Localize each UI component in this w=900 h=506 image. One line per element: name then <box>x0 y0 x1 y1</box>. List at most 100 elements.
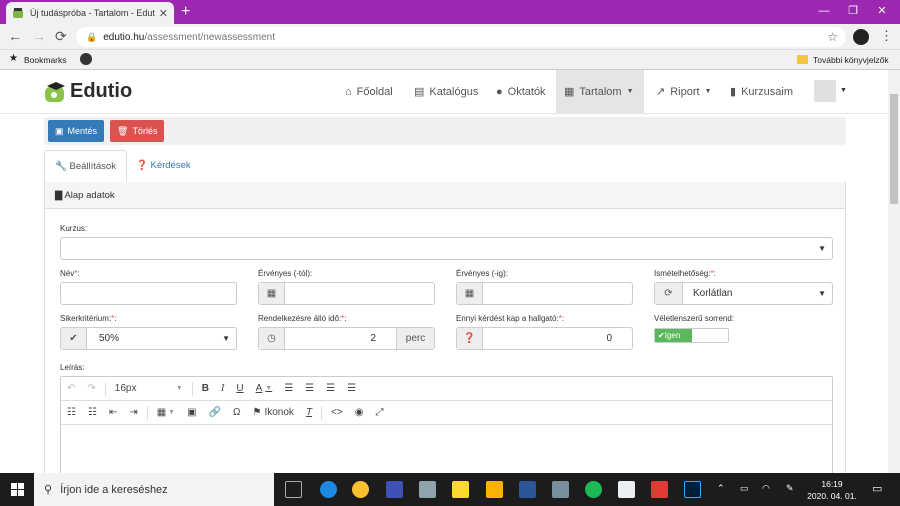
omega-icon[interactable]: Ω <box>227 407 246 418</box>
required-mark: * <box>74 269 78 278</box>
task-view-icon[interactable] <box>285 481 302 498</box>
close-tab-icon[interactable]: ✕ <box>159 7 168 20</box>
form-tabs: 🔧 Beállítások ❓ Kérdések <box>44 150 846 183</box>
nav-instructors[interactable]: ● Oktatók <box>488 70 554 114</box>
site-navbar: Edutio ⌂ Főoldal ▤ Katalógus ● Oktatók ▦ Tar… <box>0 70 888 114</box>
code-icon[interactable]: <> <box>325 407 349 418</box>
logo-text: Edutio <box>70 80 133 102</box>
save-button[interactable]: ▣ Mentés <box>48 120 105 142</box>
numbered-list-icon[interactable]: ☷ <box>82 407 103 418</box>
image-icon[interactable]: ▣ <box>181 407 202 418</box>
check-icon: ✔ <box>61 328 87 349</box>
file-explorer-icon[interactable] <box>486 481 503 498</box>
word-icon[interactable] <box>519 481 536 498</box>
course-select[interactable]: ▼ <box>60 237 833 260</box>
tray-chevron-icon[interactable]: ⌃ <box>717 483 725 494</box>
app-icon[interactable] <box>552 481 569 498</box>
description-editor[interactable]: ↶ ↷ 16px ▼ B I U A ▼ ☰ ☰ ☰ ☰ ☷ ☷ ⇤ ⇥ ▦ ▼… <box>60 376 833 473</box>
maximize-icon[interactable]: ❐ <box>838 0 868 24</box>
globe-icon[interactable] <box>80 53 92 65</box>
chart-icon: ↗ <box>656 86 666 98</box>
url-input[interactable]: 🔒 edutio.hu/assessment/newassessment ☆ <box>76 27 846 47</box>
app-icon[interactable] <box>651 481 668 498</box>
tab-questions[interactable]: ❓ Kérdések <box>126 150 201 183</box>
star-icon[interactable]: ☆ <box>827 30 838 44</box>
random-toggle[interactable]: ✔Igen <box>654 328 729 343</box>
forward-icon[interactable]: → <box>32 28 46 44</box>
link-icon[interactable]: 🔗 <box>203 407 227 418</box>
spotify-icon[interactable] <box>585 481 602 498</box>
fullscreen-icon[interactable]: ⤢ <box>369 407 389 418</box>
photos-icon[interactable] <box>618 481 635 498</box>
redo-icon[interactable]: ↷ <box>81 383 101 394</box>
site-logo[interactable]: Edutio <box>44 80 132 103</box>
check-icon: ✔ <box>658 331 665 340</box>
edge-icon[interactable] <box>320 481 337 498</box>
align-right-icon[interactable]: ☰ <box>320 383 341 394</box>
time-input[interactable]: ◷ 2 perc <box>258 327 435 350</box>
scrollbar-thumb[interactable] <box>890 94 898 204</box>
indent-icon[interactable]: ⇥ <box>123 407 143 418</box>
calendar-icon[interactable]: ▦ <box>259 283 285 304</box>
valid-from-input[interactable]: ▦ <box>258 282 435 305</box>
editor-toolbar-row-2: ☷ ☷ ⇤ ⇥ ▦ ▼ ▣ 🔗 Ω ⚑ Ikonok T <> ◉ ⤢ <box>61 401 832 425</box>
taskbar-search[interactable]: ⚲ Írjon ide a kereséshez <box>34 473 274 506</box>
avatar-chevron-down-icon[interactable]: ▼ <box>840 87 847 94</box>
new-tab-button[interactable]: + <box>181 2 190 22</box>
sticky-notes-icon[interactable] <box>452 481 469 498</box>
browser-tab[interactable]: Új tudáspróba - Tartalom - Edutio ✕ <box>6 2 174 24</box>
outdent-icon[interactable]: ⇤ <box>103 407 123 418</box>
bookmarks-star-icon: ★ <box>9 53 18 64</box>
minimize-icon[interactable]: — <box>809 0 839 24</box>
nav-home[interactable]: ⌂ Főoldal <box>337 70 401 114</box>
delete-button[interactable]: 🗑 Törlés <box>110 120 165 142</box>
bookmarks-button[interactable]: Bookmarks <box>24 55 67 65</box>
profile-avatar-icon[interactable] <box>853 29 869 45</box>
icons-button[interactable]: ⚑ Ikonok <box>247 407 300 418</box>
bold-icon[interactable]: B <box>196 383 215 394</box>
app-icon[interactable] <box>386 481 403 498</box>
nav-content[interactable]: ▦ Tartalom ▼ <box>556 70 644 114</box>
nav-my-courses[interactable]: ▮ Kurzusaim <box>722 70 801 114</box>
page-scrollbar[interactable] <box>888 70 900 473</box>
nav-catalog[interactable]: ▤ Katalógus <box>406 70 486 114</box>
italic-icon[interactable]: I <box>215 383 230 394</box>
valid-to-input[interactable]: ▦ <box>456 282 633 305</box>
align-left-icon[interactable]: ☰ <box>278 383 299 394</box>
battery-icon[interactable]: ▭ <box>740 483 749 494</box>
undo-icon[interactable]: ↶ <box>61 383 81 394</box>
close-window-icon[interactable]: ✕ <box>867 0 897 24</box>
tab-settings[interactable]: 🔧 Beállítások <box>44 150 127 183</box>
nav-report-label: Riport <box>670 86 700 98</box>
taskbar-clock[interactable]: 16:19 2020. 04. 01. <box>806 478 858 502</box>
font-size-select[interactable]: 16px ▼ <box>109 383 189 394</box>
pen-icon[interactable]: ✎ <box>786 483 794 494</box>
other-bookmarks[interactable]: További könyvjelzők <box>813 55 889 65</box>
align-center-icon[interactable]: ☰ <box>299 383 320 394</box>
reload-icon[interactable]: ⟳ <box>55 28 67 44</box>
chrome-icon[interactable] <box>352 481 369 498</box>
preview-eye-icon[interactable]: ◉ <box>349 407 370 418</box>
menu-dots-icon[interactable]: ⋮ <box>880 28 893 44</box>
user-avatar[interactable] <box>814 80 836 102</box>
calendar-icon[interactable]: ▦ <box>457 283 483 304</box>
windows-start-icon[interactable] <box>11 483 24 496</box>
table-icon[interactable]: ▦ ▼ <box>151 407 181 418</box>
questions-input[interactable]: ❓ 0 <box>456 327 633 350</box>
text-color-icon[interactable]: A ▼ <box>250 383 279 394</box>
wifi-icon[interactable]: ◠ <box>762 483 770 494</box>
photoshop-icon[interactable] <box>684 481 701 498</box>
name-label-text: Név <box>60 269 75 278</box>
search-icon: ⚲ <box>44 484 53 496</box>
app-icon[interactable] <box>419 481 436 498</box>
repeat-select[interactable]: ⟳ Korlátlan ▼ <box>654 282 833 305</box>
underline-icon[interactable]: U <box>230 383 249 394</box>
notification-icon[interactable]: ▭ <box>872 482 882 495</box>
nav-report[interactable]: ↗ Riport ▼ <box>648 70 720 114</box>
success-select[interactable]: ✔ 50% ▼ <box>60 327 237 350</box>
back-icon[interactable]: ← <box>8 28 22 44</box>
bullet-list-icon[interactable]: ☷ <box>61 407 82 418</box>
name-input[interactable] <box>60 282 237 305</box>
clear-format-icon[interactable]: T <box>300 407 318 418</box>
align-justify-icon[interactable]: ☰ <box>341 383 362 394</box>
